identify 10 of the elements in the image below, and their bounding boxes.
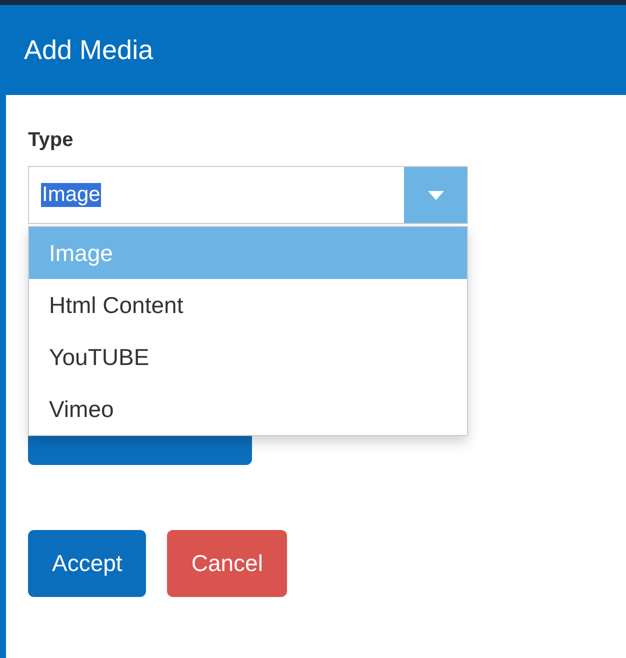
caret-icon	[428, 190, 444, 200]
dialog-title: Add Media	[24, 34, 154, 66]
type-select[interactable]: Image	[28, 166, 468, 224]
action-button[interactable]: Accept	[28, 530, 146, 597]
dropdown-option[interactable]: YouTUBE	[29, 331, 467, 383]
select-value: Image	[41, 183, 102, 207]
action-button[interactable]: Cancel	[167, 530, 287, 597]
dropdown-option[interactable]: Vimeo	[29, 383, 467, 435]
dropdown-option[interactable]: Html Content	[29, 279, 467, 331]
field-label: Type	[28, 129, 74, 152]
